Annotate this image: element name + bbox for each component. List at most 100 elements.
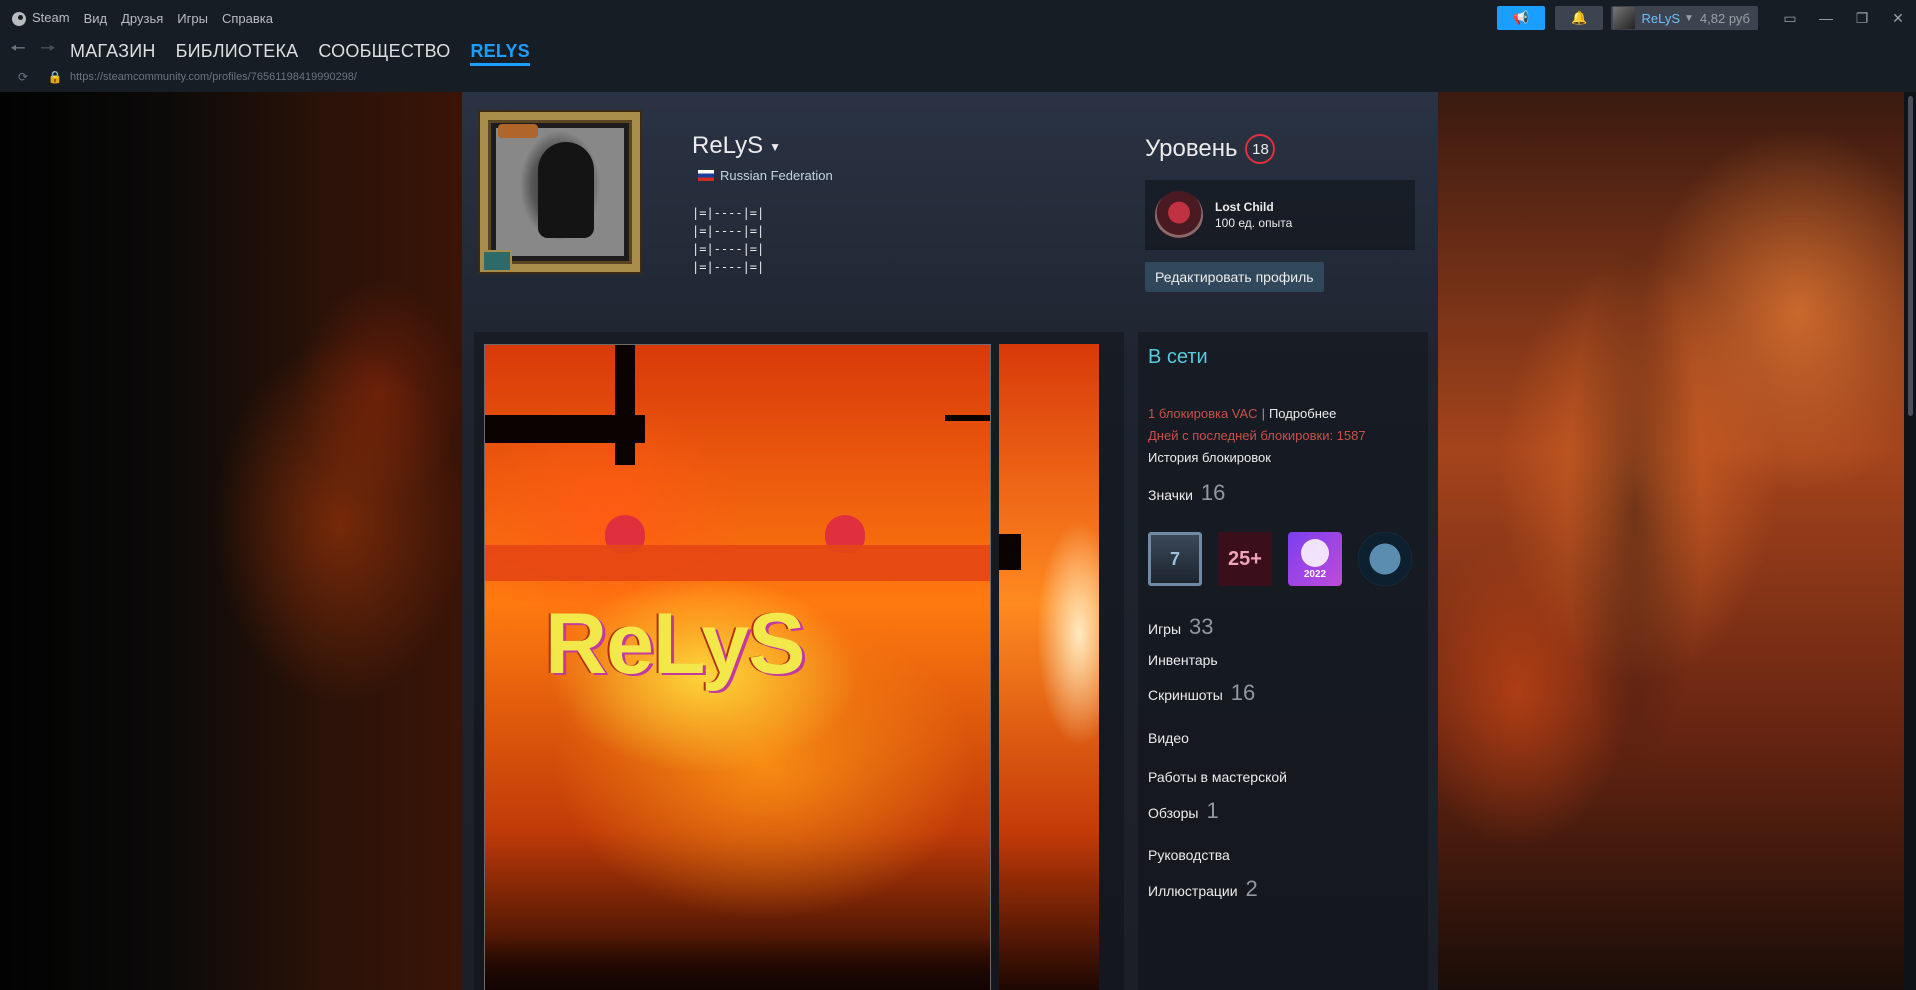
tab-profile[interactable]: RELYS (470, 41, 531, 66)
steam-logo-icon (1301, 538, 1329, 567)
online-status: В сети (1148, 346, 1208, 368)
profile-content: ReLyS ▼ Russian Federation |=|----|=| |=|… (462, 92, 1438, 990)
nav-bar: 🠔 🠖 МАГАЗИН БИБЛИОТЕКА СООБЩЕСТВО RELYS … (0, 36, 1916, 92)
tab-community[interactable]: СООБЩЕСТВО (318, 41, 450, 62)
vac-ban-line: 1 блокировка VAC | Подробнее (1148, 406, 1336, 421)
stat-label: Иллюстрации (1148, 883, 1238, 899)
reviews-link[interactable]: Обзоры 1 (1148, 798, 1219, 824)
glitch-band (485, 545, 990, 581)
level-label: Уровень (1145, 135, 1238, 162)
stat-count: 33 (1189, 614, 1214, 639)
minimize-icon[interactable]: — (1808, 10, 1844, 26)
badge-label: 2022 (1303, 568, 1327, 580)
stat-label: Видео (1148, 730, 1189, 746)
back-arrow-icon[interactable]: 🠔 (10, 36, 32, 66)
artwork-link[interactable]: Иллюстрации 2 (1148, 876, 1258, 902)
edit-profile-button[interactable]: Редактировать профиль (1145, 262, 1324, 292)
refresh-icon[interactable]: ⟳ (14, 70, 32, 84)
announcements-button[interactable]: 📢 (1497, 6, 1546, 30)
tab-library[interactable]: БИБЛИОТЕКА (176, 41, 299, 62)
guides-link[interactable]: Руководства (1148, 847, 1230, 863)
winter-sale-badge-icon[interactable] (1358, 532, 1412, 586)
badge-label: 7 (1169, 548, 1180, 569)
games-link[interactable]: Игры 33 (1148, 614, 1214, 640)
inventory-link[interactable]: Инвентарь (1148, 652, 1218, 668)
stat-count: 2 (1245, 876, 1258, 901)
profile-summary: |=|----|=| |=|----|=| |=|----|=| |=|----… (692, 204, 764, 276)
close-icon[interactable]: ✕ (1880, 10, 1916, 27)
menu-friends[interactable]: Друзья (121, 11, 163, 26)
favorite-badge-text: Lost Child 100 ед. опыта (1215, 199, 1292, 231)
avatar[interactable] (480, 112, 640, 272)
image-fade (485, 935, 990, 990)
level-badge[interactable]: 18 (1245, 134, 1276, 164)
hooded-figure (538, 142, 594, 238)
separator: | (1261, 406, 1265, 421)
lost-child-badge-icon (1155, 191, 1203, 239)
profile-page: ReLyS ▼ Russian Federation |=|----|=| |=|… (0, 92, 1916, 990)
summary-line: |=|----|=| (692, 224, 765, 238)
days-since-ban: Дней с последней блокировки: 1587 (1148, 428, 1366, 443)
background-figure (1520, 132, 1750, 892)
title-bar: Steam Вид Друзья Игры Справка 📢 🔔 ReLyS … (0, 0, 1916, 36)
favorite-badge-xp: 100 ед. опыта (1215, 216, 1293, 230)
level-25-badge-icon[interactable]: 25+ (1218, 532, 1272, 586)
profile-level: Уровень 18 (1145, 134, 1276, 164)
url-bar: ⟳ 🔒 https://steamcommunity.com/profiles/… (0, 66, 1916, 88)
summary-line: |=|----|=| (692, 260, 765, 274)
workshop-link[interactable]: Работы в мастерской (1148, 769, 1287, 785)
menu-help[interactable]: Справка (222, 11, 273, 26)
frame-ornament (498, 124, 538, 138)
scroll-thumb[interactable] (1908, 96, 1913, 416)
page-scrollbar[interactable] (1904, 92, 1916, 990)
steam-menu[interactable]: Steam (12, 10, 70, 26)
glitch-block (485, 415, 645, 443)
summary-line: |=|----|=| (692, 206, 765, 220)
screenshots-link[interactable]: Скриншоты 16 (1148, 680, 1255, 706)
account-menu[interactable]: ReLyS ▼ 4,82 руб (1611, 6, 1758, 30)
russia-flag-icon (698, 170, 714, 181)
menu-games[interactable]: Игры (177, 11, 208, 26)
glitch-block (945, 415, 990, 421)
wallet-balance: 4,82 руб (1699, 10, 1750, 26)
big-picture-icon[interactable]: ▭ (1772, 10, 1808, 27)
maximize-icon[interactable]: ❐ (1844, 10, 1880, 27)
videos-link[interactable]: Видео (1148, 730, 1189, 746)
steam-logo-icon (12, 11, 26, 26)
menu-view[interactable]: Вид (84, 11, 108, 26)
favorite-badge-name: Lost Child (1215, 200, 1274, 214)
years-of-service-badge-icon[interactable]: 7 (1148, 532, 1202, 586)
profile-background-left (0, 92, 462, 990)
notifications-button[interactable]: 🔔 (1555, 6, 1604, 30)
titlebar-right: 📢 🔔 ReLyS ▼ 4,82 руб ▭ — ❐ ✕ (1497, 0, 1916, 36)
artwork-showcase: ReLyS (474, 332, 1124, 990)
badge-list: 7 25+ 2022 (1148, 532, 1412, 586)
summary-line: |=|----|=| (692, 242, 765, 256)
forward-arrow-icon[interactable]: 🠖 (40, 36, 62, 66)
steam-menu-label: Steam (32, 10, 70, 26)
glitch-block (615, 345, 635, 465)
stat-label: Руководства (1148, 847, 1230, 863)
nav-tabs: 🠔 🠖 МАГАЗИН БИБЛИОТЕКА СООБЩЕСТВО RELYS (0, 36, 1916, 66)
stat-label: Работы в мастерской (1148, 769, 1287, 785)
steam-replay-badge-icon[interactable]: 2022 (1288, 532, 1342, 586)
tab-store[interactable]: МАГАЗИН (70, 41, 156, 62)
stat-label: Скриншоты (1148, 687, 1223, 703)
showcase-side-image[interactable] (999, 344, 1099, 990)
window-controls: ▭ — ❐ ✕ (1772, 10, 1916, 27)
frame-seal (482, 250, 512, 272)
vac-ban-count: 1 блокировка VAC (1148, 406, 1258, 421)
stat-count: 16 (1230, 680, 1256, 705)
vac-more-link[interactable]: Подробнее (1269, 406, 1336, 421)
main-menu: Steam Вид Друзья Игры Справка (0, 10, 273, 26)
stat-label: Инвентарь (1148, 652, 1218, 668)
ban-history-link[interactable]: История блокировок (1148, 450, 1271, 465)
showcase-main-image[interactable]: ReLyS (484, 344, 991, 990)
glitch-block (999, 534, 1021, 570)
persona-name-menu[interactable]: ReLyS ▼ (692, 132, 781, 160)
url-text[interactable]: https://steamcommunity.com/profiles/7656… (70, 71, 357, 83)
badges-link[interactable]: Значки 16 (1148, 480, 1225, 506)
chevron-down-icon: ▼ (1684, 12, 1694, 24)
persona-name: ReLyS (692, 132, 764, 159)
favorite-badge[interactable]: Lost Child 100 ед. опыта (1145, 180, 1415, 250)
